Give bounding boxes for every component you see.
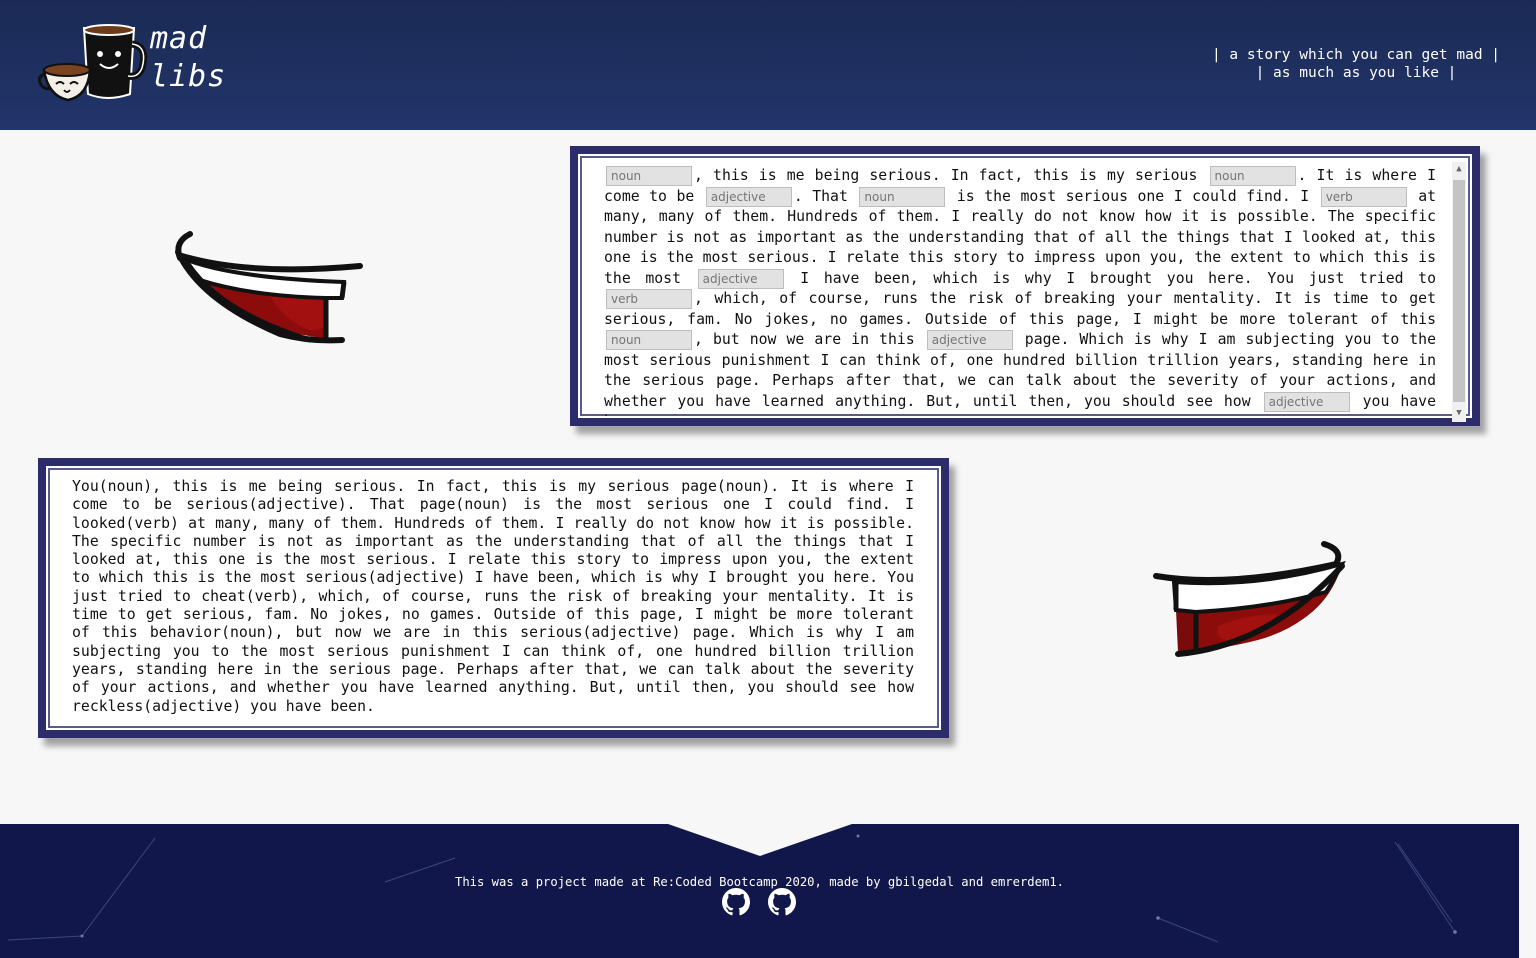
smile-mouth-icon	[1153, 541, 1346, 657]
footer-notch-decoration	[668, 824, 852, 856]
tagline-line-2: | as much as you like |	[1255, 65, 1457, 81]
coffee-mugs-logo-icon	[38, 24, 148, 102]
story-text-segment: , which, of course, runs the risk of bre…	[604, 290, 1436, 328]
story-text-segment: , but now we are in this	[694, 331, 925, 348]
adjective-input[interactable]	[705, 186, 792, 207]
smile-mouth-icon	[175, 231, 363, 344]
adjective-input[interactable]	[926, 330, 1013, 350]
site-logo-text[interactable]: mad libs	[150, 20, 226, 96]
scroll-thumb[interactable]	[1453, 180, 1465, 402]
adjective-input[interactable]	[1263, 391, 1350, 412]
logo-line-libs: libs	[150, 59, 227, 94]
tagline: | a story which you can get mad | | as m…	[1206, 46, 1506, 82]
github-icon[interactable]	[768, 888, 796, 916]
story-result-text: You(noun), this is me being serious. In …	[72, 478, 914, 715]
story-result-panel: You(noun), this is me being serious. In …	[38, 458, 949, 738]
noun-input[interactable]	[859, 186, 946, 207]
footer-credit: This was a project made at Re:Coded Boot…	[454, 875, 1064, 889]
scroll-up-arrow-icon[interactable]: ▲	[1452, 162, 1466, 176]
tagline-line-1: | a story which you can get mad |	[1211, 47, 1501, 63]
site-footer: This was a project made at Re:Coded Boot…	[0, 824, 1519, 958]
github-icon[interactable]	[722, 888, 750, 916]
story-text-segment: , this is me being serious. In fact, thi…	[694, 167, 1208, 184]
site-header: mad libs | a story which you can get mad…	[0, 0, 1536, 130]
scroll-down-arrow-icon[interactable]: ▼	[1452, 406, 1466, 420]
story-form: , this is me being serious. In fact, thi…	[604, 166, 1436, 416]
story-text-segment: . That	[793, 187, 858, 205]
noun-input[interactable]	[606, 330, 692, 350]
noun-input[interactable]	[1209, 166, 1296, 186]
verb-input[interactable]	[606, 289, 692, 309]
verb-input[interactable]	[1320, 186, 1407, 207]
story-text-segment: I have been, which is why I brought you …	[785, 269, 1436, 287]
adjective-input[interactable]	[697, 268, 784, 289]
story-text-segment: is the most serious one I could find. I	[947, 187, 1319, 205]
noun-input[interactable]	[606, 166, 692, 186]
story-form-panel: , this is me being serious. In fact, thi…	[570, 146, 1480, 426]
form-scrollbar[interactable]: ▲ ▼	[1452, 162, 1466, 422]
logo-line-mad: mad	[150, 21, 208, 56]
